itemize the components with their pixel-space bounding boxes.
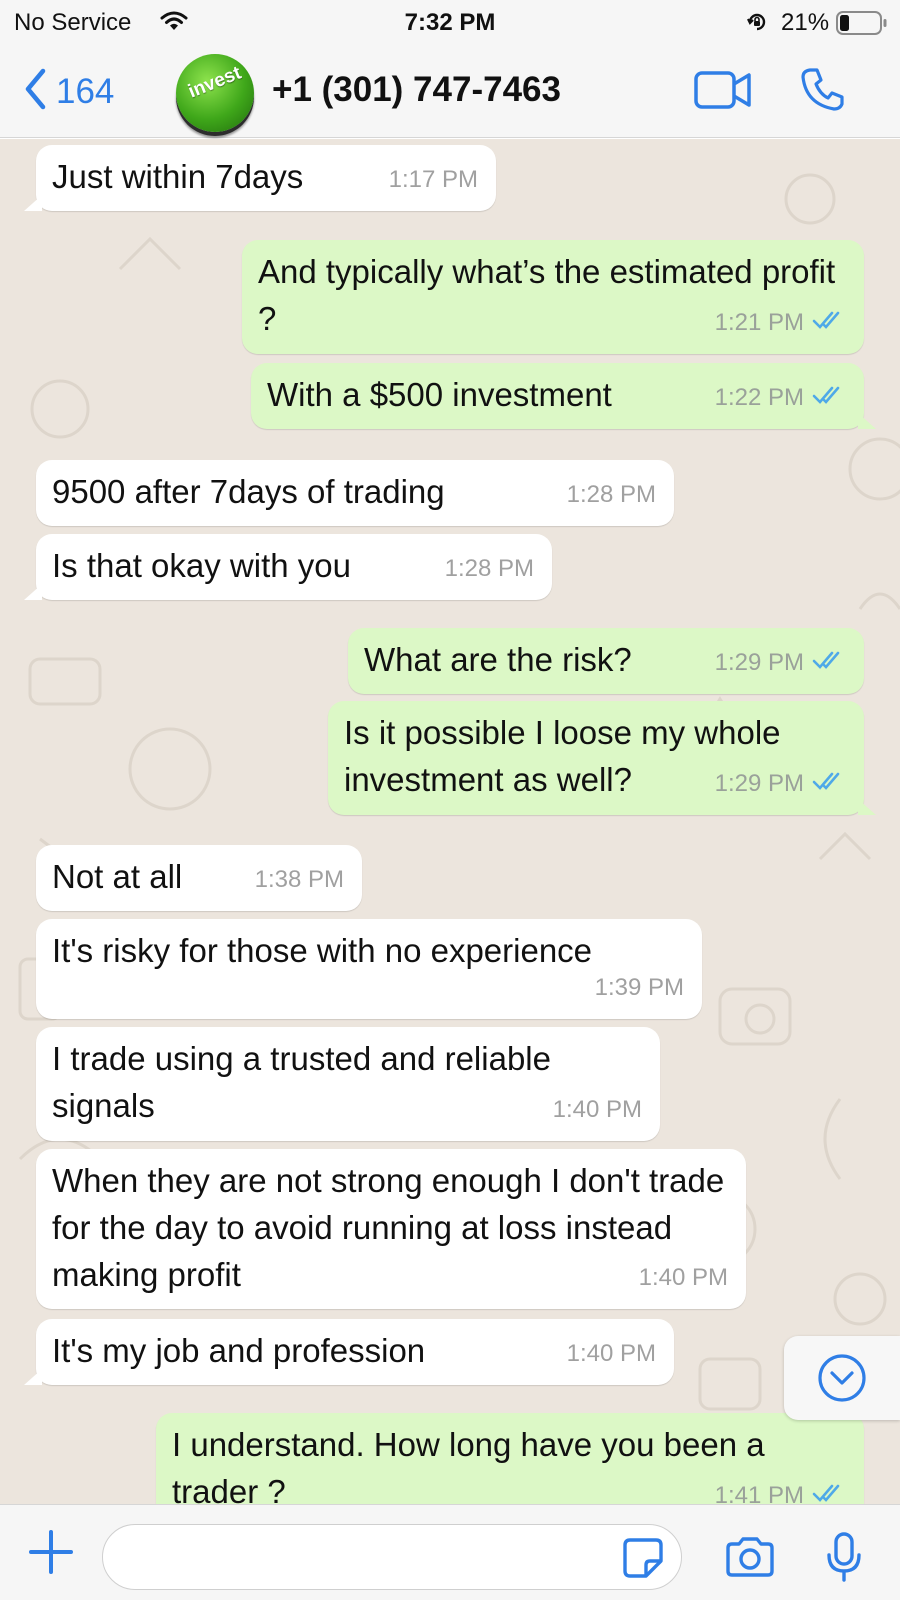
message-time: 1:28 PM	[444, 555, 534, 582]
chat-header: 164 invest +1 (301) 747-7463	[0, 46, 900, 138]
message-time: 1:21 PM	[715, 299, 846, 346]
back-button[interactable]: 164	[24, 68, 114, 115]
message-bubble-outgoing[interactable]: Is it possible I loose my whole investme…	[328, 701, 876, 815]
battery-icon	[836, 11, 888, 42]
read-ticks-icon	[812, 299, 846, 346]
avatar-logo-text: invest	[185, 62, 245, 103]
read-ticks-icon	[812, 639, 846, 686]
message-time: 1:41 PM	[715, 1472, 846, 1504]
message-time: 1:29 PM	[715, 760, 846, 807]
message-time: 1:29 PM	[715, 639, 846, 686]
message-bubble-outgoing[interactable]: What are the risk? 1:29 PM	[348, 628, 864, 694]
message-bubble-incoming[interactable]: It's my job and profession 1:40 PM	[24, 1319, 674, 1385]
rotation-lock-icon	[745, 10, 769, 41]
message-bubble-outgoing[interactable]: And typically what’s the estimated profi…	[242, 240, 864, 354]
message-time: 1:40 PM	[638, 1264, 728, 1291]
status-bar: No Service 7:32 PM 21%	[0, 0, 900, 46]
message-time: 1:39 PM	[594, 974, 684, 1001]
message-time: 1:17 PM	[388, 166, 478, 193]
message-time: 1:38 PM	[254, 866, 344, 893]
message-text: When they are not strong enough I don't …	[52, 1162, 725, 1293]
message-text: It's risky for those with no experience	[52, 932, 593, 969]
sticker-icon[interactable]	[622, 1537, 664, 1584]
message-bubble-outgoing[interactable]: With a $500 investment 1:22 PM	[251, 363, 876, 429]
message-time: 1:22 PM	[715, 374, 846, 421]
message-bubble-outgoing[interactable]: I understand. How long have you been a t…	[156, 1413, 864, 1504]
message-time: 1:40 PM	[552, 1096, 642, 1123]
camera-icon[interactable]	[724, 1536, 776, 1583]
message-bubble-incoming[interactable]: I trade using a trusted and reliable sig…	[36, 1027, 660, 1141]
message-bubble-incoming[interactable]: When they are not strong enough I don't …	[36, 1149, 746, 1309]
message-time: 1:40 PM	[566, 1340, 656, 1367]
read-ticks-icon	[812, 1472, 846, 1504]
battery-percentage: 21%	[781, 9, 830, 36]
plus-icon[interactable]	[28, 1529, 74, 1580]
unread-count: 164	[56, 71, 115, 111]
read-ticks-icon	[812, 760, 846, 807]
avatar[interactable]: invest	[176, 54, 254, 132]
microphone-icon[interactable]	[826, 1531, 862, 1588]
scroll-to-bottom-button[interactable]	[784, 1336, 900, 1420]
message-bubble-incoming[interactable]: Just within 7days 1:17 PM	[24, 145, 496, 211]
contact-name[interactable]: +1 (301) 747-7463	[272, 70, 561, 110]
chevron-left-icon	[24, 68, 46, 115]
message-bubble-incoming[interactable]: It's risky for those with no experience …	[36, 919, 702, 1019]
composer	[0, 1504, 900, 1600]
message-bubble-incoming[interactable]: 9500 after 7days of trading 1:28 PM	[36, 460, 674, 526]
message-input[interactable]	[102, 1524, 682, 1590]
read-ticks-icon	[812, 374, 846, 421]
phone-icon[interactable]	[800, 66, 846, 117]
message-bubble-incoming[interactable]: Not at all 1:38 PM	[36, 845, 362, 911]
message-list[interactable]: Just within 7days 1:17 PM And typically …	[0, 139, 900, 1504]
message-time: 1:28 PM	[566, 481, 656, 508]
message-bubble-incoming[interactable]: Is that okay with you 1:28 PM	[24, 534, 552, 600]
video-camera-icon[interactable]	[694, 70, 752, 115]
